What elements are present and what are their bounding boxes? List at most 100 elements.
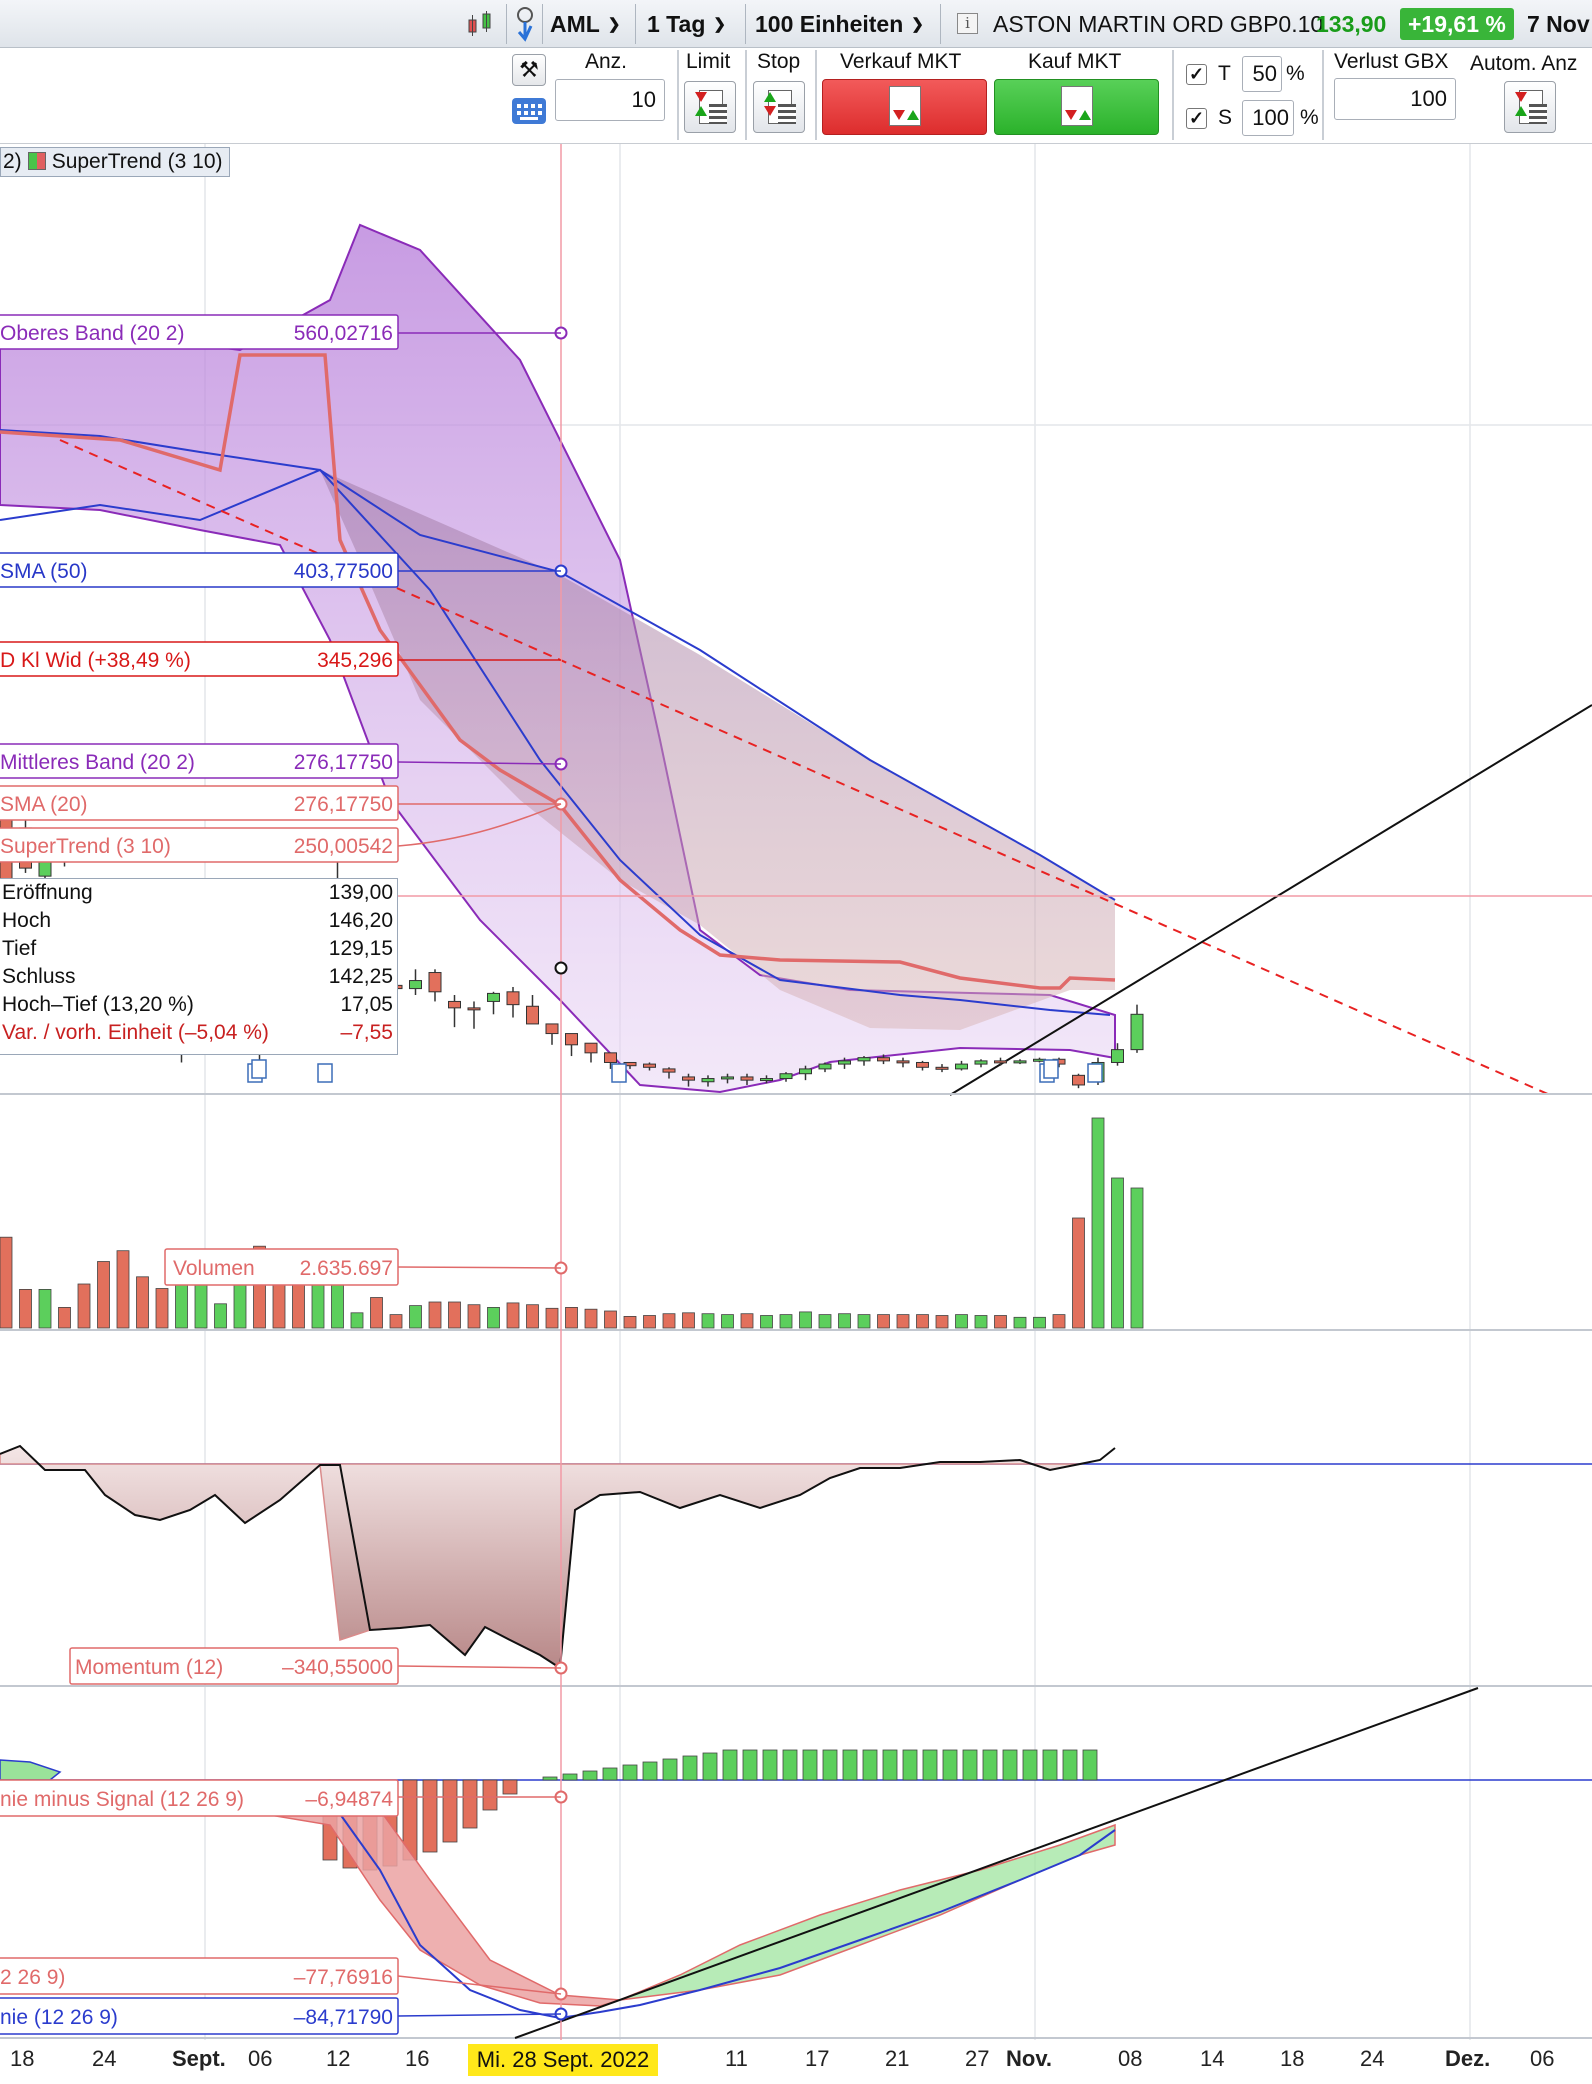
ohlc-row: Tief 129,15 <box>2 937 393 965</box>
macd-hist-bar <box>622 1764 638 1781</box>
macd-hist-bar <box>642 1761 658 1781</box>
volume-bar <box>0 1236 13 1329</box>
ohlc-row: Schluss 142,25 <box>2 965 393 993</box>
volume-bar <box>877 1314 890 1329</box>
macd-hist-bar <box>962 1749 978 1781</box>
info-icon[interactable]: i <box>957 13 978 34</box>
buy-market-button[interactable] <box>994 79 1159 135</box>
macd-hist-bar <box>1022 1749 1038 1781</box>
volume-bar <box>779 1314 793 1329</box>
x-axis-tick-label: 12 <box>326 2046 351 2071</box>
interval-select[interactable]: 1 Tag ❯ <box>647 6 726 42</box>
volume-bar <box>565 1307 578 1329</box>
ohlc-value: 17,05 <box>340 993 393 1016</box>
volume-bar <box>467 1304 481 1329</box>
chart-type-icon[interactable] <box>466 6 498 42</box>
volume-bar <box>1033 1316 1046 1329</box>
volume-bar <box>760 1315 773 1329</box>
candle-body <box>565 1033 578 1046</box>
stop-order-button[interactable] <box>753 81 805 133</box>
x-axis-tick-label: 06 <box>1530 2046 1555 2071</box>
units-select[interactable]: 100 Einheiten ❯ <box>755 6 924 42</box>
volume-bar <box>857 1314 871 1329</box>
take-profit-input[interactable]: 50 <box>1242 56 1282 92</box>
macd-hist-bar <box>682 1755 698 1781</box>
macd-hist-bar <box>602 1767 618 1781</box>
macd-histogram <box>322 1749 1098 1871</box>
pct-label: % <box>1300 106 1319 129</box>
macd-hist-bar <box>742 1749 758 1781</box>
candle-body <box>818 1063 832 1070</box>
qty-label: Anz. <box>585 50 628 73</box>
x-axis-tick-label: 24 <box>1360 2046 1385 2071</box>
macd-hist-bar <box>922 1749 938 1781</box>
indicator-icon[interactable] <box>514 6 536 42</box>
candle-body <box>584 1042 598 1054</box>
volume-bar <box>545 1307 559 1329</box>
volume-bar <box>428 1301 442 1329</box>
symbol-select[interactable]: AML ❯ <box>550 6 620 42</box>
candle-body <box>877 1057 890 1062</box>
indicator-name: D Kl Wid (+38,49 %) <box>0 649 191 672</box>
volume-bar <box>701 1313 715 1329</box>
macd-hist-bar <box>942 1749 958 1781</box>
keyboard-icon[interactable] <box>512 98 546 124</box>
x-axis-tick-label: Sept. <box>172 2046 226 2071</box>
sell-market-button[interactable] <box>822 79 987 135</box>
candle-body <box>701 1078 715 1083</box>
candle-body <box>1072 1074 1085 1086</box>
candle-body <box>857 1057 871 1062</box>
instrument-name: ASTON MARTIN ORD GBP0.10 <box>993 10 1324 37</box>
volume-bar <box>1013 1316 1027 1329</box>
indicator-name: SMA (20) <box>0 793 88 816</box>
qty-input[interactable]: 10 <box>555 79 665 121</box>
news-icon[interactable] <box>317 1063 333 1083</box>
legend-tab[interactable]: 2) SuperTrend (3 10) <box>0 147 230 177</box>
volume-bar <box>974 1315 988 1329</box>
candle-body <box>838 1060 851 1065</box>
macd-green-left <box>0 1759 62 1781</box>
stop-loss-input[interactable]: 100 <box>1242 100 1294 136</box>
volume-bar <box>721 1314 734 1329</box>
indicator-value: 345,296 <box>317 649 393 672</box>
order-panel: ⚒ Anz. 10 Limit Stop Verkauf MKT Kauf MK… <box>0 48 1592 144</box>
volume-bar <box>1130 1187 1144 1329</box>
news-icon[interactable] <box>247 1059 267 1083</box>
volume-bar <box>77 1283 91 1329</box>
indicator-name: Oberes Band (20 2) <box>0 322 184 345</box>
volume-bar <box>896 1314 910 1329</box>
chevron-down-icon: ❯ <box>713 16 726 33</box>
macd-hist-bar <box>1082 1749 1098 1781</box>
macd-signal-value: –77,76916 <box>294 1966 393 1989</box>
candle-body <box>662 1068 676 1073</box>
stop-loss-checkbox[interactable]: ✓ <box>1186 108 1207 129</box>
volume-bar <box>818 1314 832 1329</box>
volume-bar <box>994 1315 1007 1329</box>
news-icon[interactable] <box>611 1063 627 1083</box>
wrench-icon[interactable]: ⚒ <box>512 54 546 86</box>
indicator-value: 250,00542 <box>294 835 393 858</box>
volume-bar <box>1111 1177 1124 1329</box>
top-toolbar: AML ❯ 1 Tag ❯ 100 Einheiten ❯ i ASTON MARTI… <box>0 0 1592 48</box>
auto-qty-button[interactable] <box>1504 81 1556 133</box>
supertrend-swatch <box>27 152 46 170</box>
candle-body <box>448 1000 461 1009</box>
price-chart[interactable]: Oberes Band (20 2) 560,02716 SMA (50) 403,7… <box>0 144 1592 2084</box>
indicator-name: Mittleres Band (20 2) <box>0 751 195 774</box>
ohlc-row: Hoch 146,20 <box>2 909 393 937</box>
candle-body <box>994 1060 1007 1064</box>
limit-order-button[interactable] <box>684 81 736 133</box>
candle-body <box>721 1076 734 1080</box>
crosshair-date-label: Mi. 28 Sept. 2022 <box>468 2044 658 2076</box>
candle-body <box>682 1076 695 1081</box>
macd-hist-bar <box>562 1773 578 1781</box>
momentum-area <box>0 1445 1081 1670</box>
news-icon[interactable] <box>1039 1059 1059 1083</box>
candle-body <box>428 972 442 993</box>
macd-line-label: nie (12 26 9) <box>0 2006 118 2029</box>
loss-input[interactable]: 100 <box>1334 78 1456 120</box>
take-profit-checkbox[interactable]: ✓ <box>1186 64 1207 85</box>
x-axis-tick-label: 18 <box>1280 2046 1305 2071</box>
candle-body <box>1013 1060 1027 1064</box>
news-icon[interactable] <box>1087 1063 1103 1083</box>
